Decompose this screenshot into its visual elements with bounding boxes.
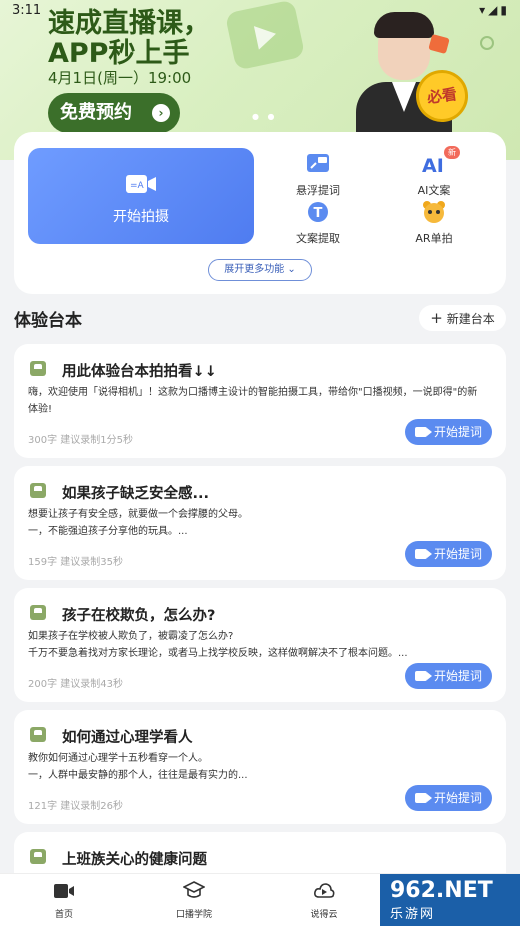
ar-panda-icon [423,201,445,223]
script-icon [30,727,46,742]
nav-home[interactable]: 首页 [24,880,104,920]
watermark-sub: 乐游网 [390,907,436,922]
script-title: 如何通过心理学看人 [62,730,193,746]
script-preview: 如果孩子在学校被人欺负了，被霸凌了怎么办? 千万不要急着找对方家长理论，或者马上… [28,628,498,662]
ai-copy-icon: AI [422,155,444,176]
video-icon [415,549,432,559]
script-meta: 200字 建议录制43秒 [28,679,123,690]
script-title: 孩子在校欺负，怎么办? [62,608,216,624]
start-prompt-label: 开始提词 [434,547,483,561]
svg-text:=A: =A [130,181,145,191]
script-preview: 嗨，欢迎使用「说得相机」！这款为口播博主设计的智能拍摄工具，带给你"口播视频，一… [28,384,498,418]
script-preview-line: 体验! [28,404,53,415]
svg-text:AI: AI [422,155,444,176]
section-title: 体验台本 [14,311,82,331]
script-preview-line: 想要让孩子有安全感，就要做一个会撑腰的父母。 [28,509,248,520]
start-prompt-button[interactable]: 开始提词 [405,419,492,445]
expand-more-label: 展开更多功能 [224,264,285,275]
video-camera-icon [54,884,74,898]
play-decoration-icon [224,0,306,71]
nav-home-label: 首页 [54,910,73,920]
script-preview-line: 嗨，欢迎使用「说得相机」！这款为口播博主设计的智能拍摄工具，带给你"口播视频，一… [28,387,478,398]
start-prompt-button[interactable]: 开始提词 [405,663,492,689]
script-icon [30,483,46,498]
script-title: 上班族关心的健康问题 [62,852,207,868]
watermark-brand: 962.NET [390,878,493,903]
floating-prompter-tool[interactable]: 悬浮提词 [278,152,358,198]
script-icon [30,849,46,864]
script-preview-line: 千万不要急着找对方家长理论，或者马上找学校反映，这样做啊解决不了根本问题。... [28,648,408,659]
script-meta: 300字 建议录制1分5秒 [28,435,133,446]
script-card[interactable]: 孩子在校欺负，怎么办? 如果孩子在学校被人欺负了，被霸凌了怎么办? 千万不要急着… [14,588,506,702]
script-card[interactable]: 如果孩子缺乏安全感... 想要让孩子有安全感，就要做一个会撑腰的父母。 一，不能… [14,466,506,580]
script-preview-line: 一，人群中最安静的那个人，往往是最有实力的... [28,770,248,781]
start-shoot-label: 开始拍摄 [113,209,169,225]
ai-copy-label: AI文案 [417,184,451,197]
nav-academy-label: 口播学院 [175,910,212,920]
gear-decoration-icon [480,36,494,50]
start-prompt-label: 开始提词 [434,791,483,805]
free-reserve-button[interactable]: 免费预约 › [48,93,180,133]
graduation-cap-icon [183,881,205,898]
start-shoot-button[interactable]: =A 开始拍摄 [28,148,254,244]
video-icon [415,427,432,437]
svg-text:T: T [314,206,323,221]
text-extract-label: 文案提取 [296,232,340,245]
status-time: 3:11 [12,3,42,18]
script-preview-line: 一，不能强迫孩子分享他的玩具。... [28,526,188,537]
video-icon [415,793,432,803]
script-icon [30,605,46,620]
banner-date: 4月1日(周一）19:00 [48,69,192,87]
ai-copy-tool[interactable]: AI AI文案 新 [394,146,474,198]
site-watermark-logo: 962.NET 乐游网 [380,874,520,926]
script-card[interactable]: 如何通过心理学看人 教你如何通过心理学十五秒看穿一个人。 一，人群中最安静的那个… [14,710,506,824]
system-icons: ▾◢▮ [479,3,510,17]
script-preview-line: 如果孩子在学校被人欺负了，被霸凌了怎么办? [28,631,234,642]
nav-academy[interactable]: 口播学院 [154,880,234,920]
ar-shoot-label: AR单拍 [415,232,453,245]
new-script-label: 新建台本 [446,312,495,326]
camera-icon: =A [126,175,156,193]
tool-panel: =A 开始拍摄 悬浮提词 AI AI文案 新 T 文案提取 AR单拍 展开更多功… [14,132,506,294]
script-icon [30,361,46,376]
floating-prompter-icon [307,154,329,172]
nav-cloud[interactable]: 说得云 [284,880,364,920]
reserve-label: 免费预约 [60,102,132,123]
floating-prompter-label: 悬浮提词 [296,184,340,197]
script-meta: 159字 建议录制35秒 [28,557,123,568]
video-icon [415,671,432,681]
start-prompt-label: 开始提词 [434,425,483,439]
expand-more-button[interactable]: 展开更多功能 ⌄ [208,259,312,281]
script-title: 如果孩子缺乏安全感... [62,486,210,502]
chevron-right-icon: › [152,104,170,122]
script-preview: 想要让孩子有安全感，就要做一个会撑腰的父母。 一，不能强迫孩子分享他的玩具。..… [28,506,498,540]
nav-cloud-label: 说得云 [310,910,338,920]
text-extract-icon: T [308,202,328,222]
script-meta: 121字 建议录制26秒 [28,801,123,812]
banner-title-line2: APP秒上手 [48,38,190,69]
script-card[interactable]: 用此体验台本拍拍看↓↓ 嗨，欢迎使用「说得相机」！这款为口播博主设计的智能拍摄工… [14,344,506,458]
ar-shoot-tool[interactable]: AR单拍 [394,200,474,246]
new-script-button[interactable]: + 新建台本 [419,305,506,331]
script-title: 用此体验台本拍拍看↓↓ [62,364,217,380]
new-badge: 新 [444,146,460,159]
script-preview-line: 教你如何通过心理学十五秒看穿一个人。 [28,753,208,764]
script-preview: 教你如何通过心理学十五秒看穿一个人。 一，人群中最安静的那个人，往往是最有实力的… [28,750,498,784]
carousel-dots: ● ● [252,112,278,121]
banner-title-line1: 速成直播课， [48,8,210,39]
plus-icon: + [430,309,443,327]
start-prompt-button[interactable]: 开始提词 [405,785,492,811]
start-prompt-label: 开始提词 [434,669,483,683]
text-extract-tool[interactable]: T 文案提取 [278,200,358,246]
start-prompt-button[interactable]: 开始提词 [405,541,492,567]
cloud-play-icon [314,883,335,898]
chevron-down-icon: ⌄ [287,264,296,275]
